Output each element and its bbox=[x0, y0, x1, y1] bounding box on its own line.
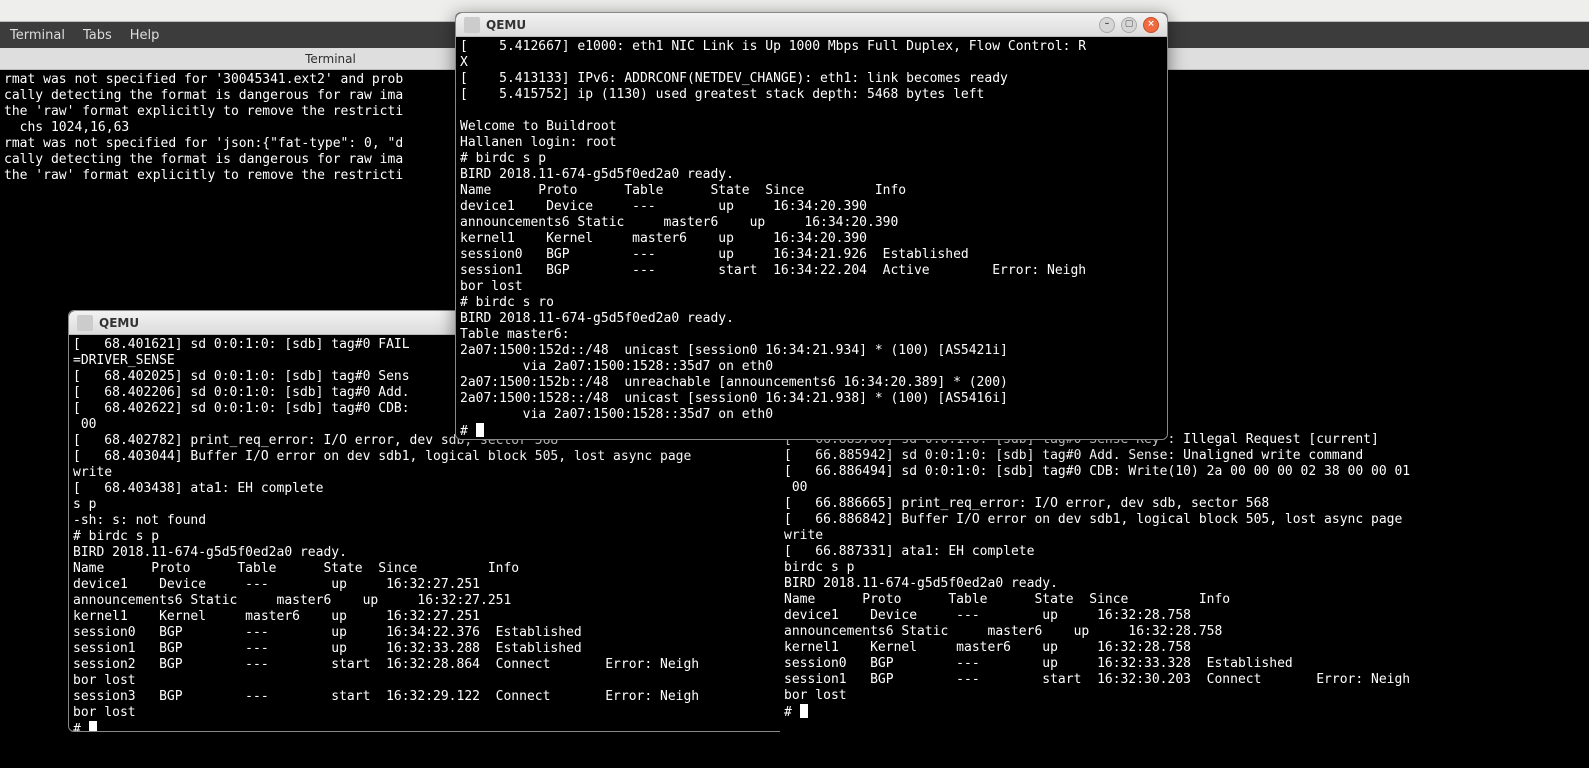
qemu-window-top[interactable]: QEMU – ▢ × [ 5.412667] e1000: eth1 NIC L… bbox=[455, 12, 1168, 440]
qemu-ll-title: QEMU bbox=[99, 316, 139, 330]
qemu-top-titlebar[interactable]: QEMU – ▢ × bbox=[456, 13, 1167, 37]
menu-terminal[interactable]: Terminal bbox=[10, 28, 65, 43]
menu-tabs[interactable]: Tabs bbox=[83, 28, 112, 43]
qemu-top-output[interactable]: [ 5.412667] e1000: eth1 NIC Link is Up 1… bbox=[456, 37, 1167, 439]
qemu-lr-output[interactable]: [ 66.885760] sd 0:0:1:0: [sdb] tag#0 Sen… bbox=[780, 430, 1490, 732]
qemu-app-icon bbox=[464, 17, 480, 33]
menu-help[interactable]: Help bbox=[130, 28, 160, 43]
minimize-button[interactable]: – bbox=[1099, 17, 1115, 33]
qemu-app-icon bbox=[77, 315, 93, 331]
maximize-button[interactable]: ▢ bbox=[1121, 17, 1137, 33]
close-button[interactable]: × bbox=[1143, 17, 1159, 33]
qemu-top-title: QEMU bbox=[486, 18, 526, 32]
